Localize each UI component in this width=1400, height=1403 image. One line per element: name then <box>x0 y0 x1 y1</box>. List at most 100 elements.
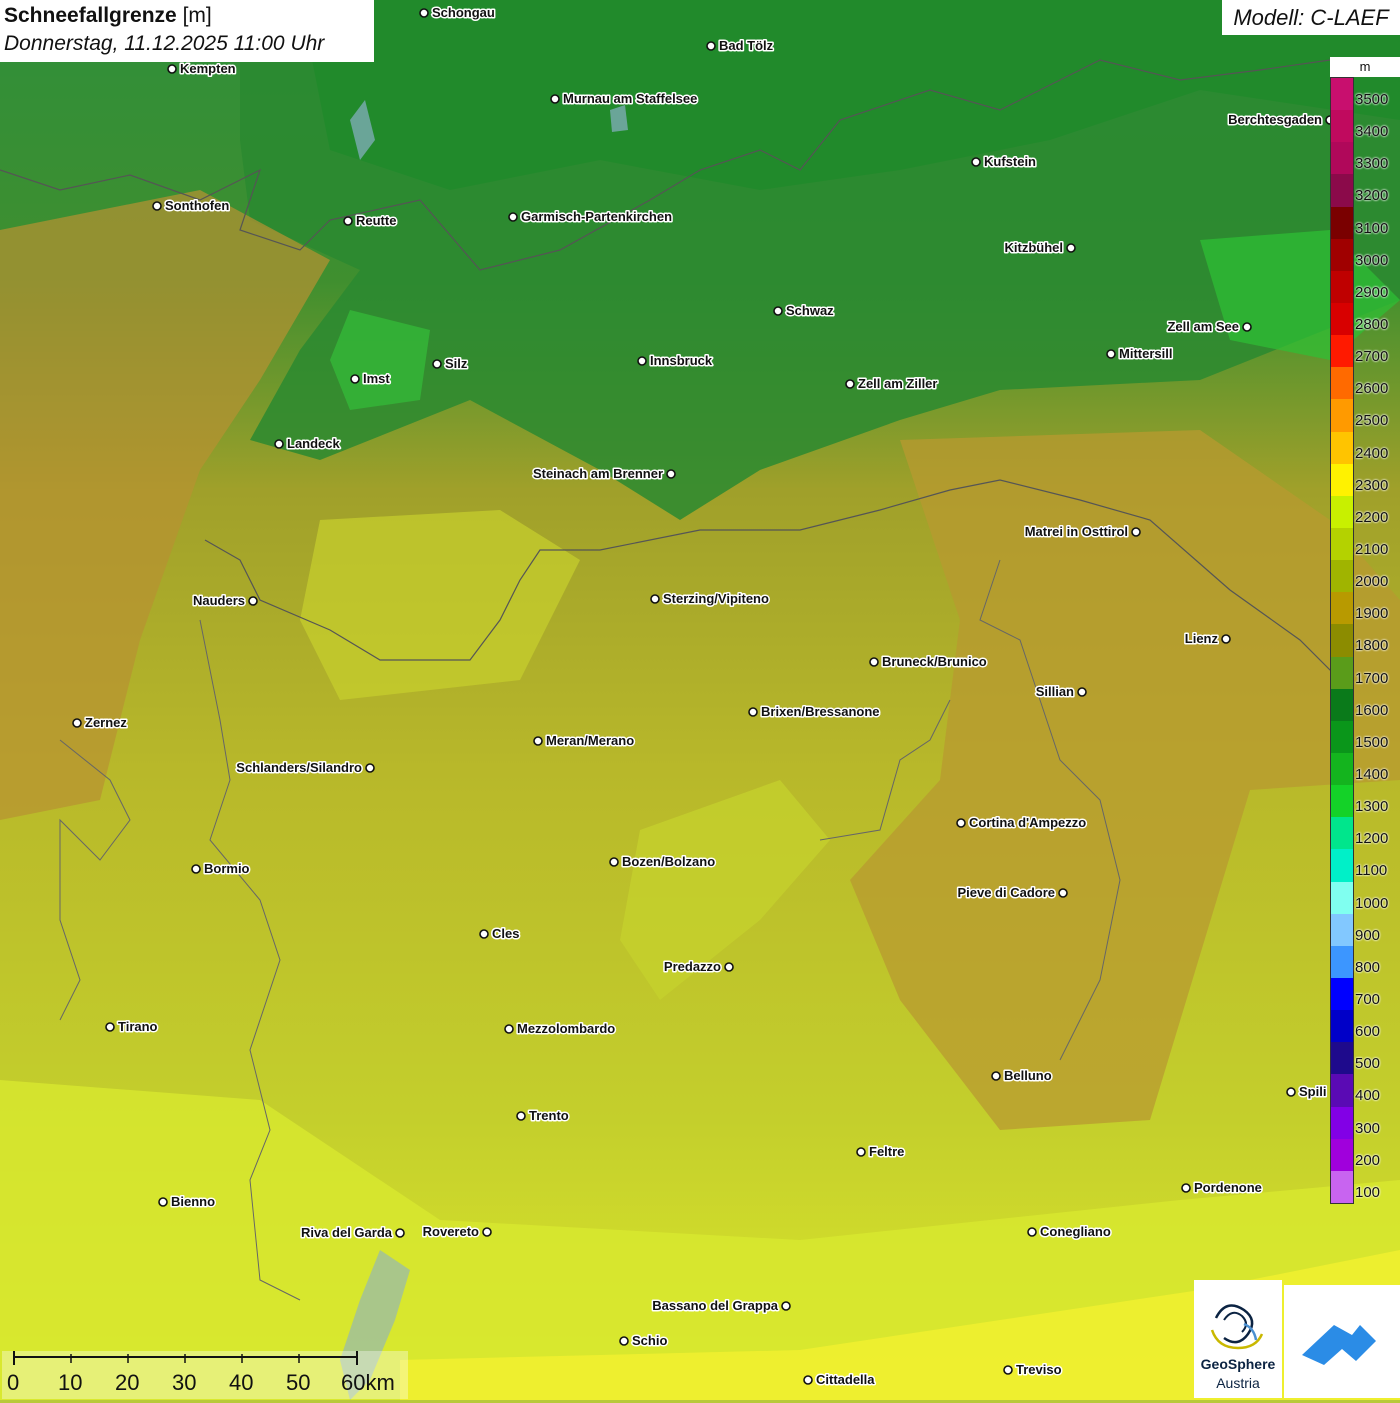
legend-label: 3300 <box>1355 155 1389 173</box>
legend-label: 3400 <box>1355 123 1389 141</box>
city-marker[interactable]: Matrei in Osttirol <box>1023 523 1141 541</box>
city-label: Zell am See <box>1167 319 1239 334</box>
legend-swatch <box>1331 206 1353 240</box>
city-marker[interactable]: Conegliano <box>1027 1223 1112 1241</box>
city-dot <box>152 201 162 211</box>
city-label: Spili <box>1299 1084 1326 1099</box>
legend-label: 2300 <box>1355 476 1389 494</box>
city-dot <box>706 41 716 51</box>
city-dot <box>1242 322 1252 332</box>
legend-label: 100 <box>1355 1183 1381 1201</box>
city-dot <box>773 306 783 316</box>
city-label: Steinach am Brenner <box>533 466 663 481</box>
city-label: Feltre <box>869 1144 904 1159</box>
city-dot <box>956 818 966 828</box>
city-marker[interactable]: Cortina d'Ampezzo <box>956 814 1088 832</box>
city-label: Trento <box>529 1108 569 1123</box>
city-label: Mezzolombardo <box>517 1021 615 1036</box>
snowfall-limit-map[interactable]: Schongau Bad Tölz Kempten Murnau am Staffel… <box>0 0 1400 1400</box>
city-marker[interactable]: Murnau am Staffelsee <box>550 90 699 108</box>
city-label: Bruneck/Brunico <box>882 654 987 669</box>
legend-swatch <box>1331 463 1353 497</box>
city-marker[interactable]: Mezzolombardo <box>504 1020 617 1038</box>
city-dot <box>72 718 82 728</box>
city-label: Sterzing/Vipiteno <box>663 591 769 606</box>
city-marker[interactable]: Schlanders/Silandro <box>235 759 375 777</box>
scale-tick-label: 60km <box>341 1370 395 1395</box>
parameter-name: Schneefallgrenze <box>4 4 177 27</box>
city-label: Conegliano <box>1040 1224 1111 1239</box>
city-marker[interactable]: Meran/Merano <box>533 732 636 750</box>
city-marker[interactable]: Garmisch-Partenkirchen <box>508 208 674 226</box>
legend-swatch <box>1331 720 1353 754</box>
geosphere-logo[interactable]: GeoSphere Austria <box>1194 1280 1282 1398</box>
city-marker[interactable]: Zell am See <box>1166 318 1252 336</box>
city-marker[interactable]: Bozen/Bolzano <box>609 853 717 871</box>
city-dot <box>1131 527 1141 537</box>
legend-swatch <box>1331 849 1353 883</box>
city-label: Imst <box>363 371 390 386</box>
legend-label: 1000 <box>1355 894 1389 912</box>
model-label: Modell: C-LAEF <box>1222 0 1400 35</box>
legend-swatch <box>1331 528 1353 561</box>
city-dot <box>1286 1087 1296 1097</box>
legend-label: 1400 <box>1355 766 1389 783</box>
city-label: Cittadella <box>816 1372 875 1387</box>
city-marker[interactable]: Zell am Ziller <box>845 375 939 393</box>
city-dot <box>666 469 676 479</box>
city-label: Bassano del Grappa <box>652 1298 778 1313</box>
city-marker[interactable]: Schongau <box>419 4 496 22</box>
city-marker[interactable]: Innsbruck <box>637 352 714 370</box>
city-marker[interactable]: Sonthofen <box>152 197 231 215</box>
city-label: Nauders <box>193 593 245 608</box>
city-label: Bad Tölz <box>719 38 774 53</box>
city-label: Tirano <box>118 1019 158 1034</box>
city-label: Silz <box>445 356 468 371</box>
legend-swatch <box>1331 688 1353 722</box>
city-label: Rovereto <box>423 1224 479 1239</box>
legend-swatch <box>1331 560 1353 593</box>
legend-swatch <box>1331 881 1353 915</box>
scale-tick-label: 10 <box>58 1370 83 1395</box>
map-title-box: Schneefallgrenze [m] Donnerstag, 11.12.2… <box>0 0 374 62</box>
city-marker[interactable]: Brixen/Bressanone <box>748 703 881 721</box>
city-label: Garmisch-Partenkirchen <box>521 209 672 224</box>
legend-label: 1600 <box>1355 701 1389 719</box>
city-marker[interactable]: Riva del Garda <box>299 1224 405 1242</box>
legend-label: 1200 <box>1355 830 1389 848</box>
legend-label: 3200 <box>1355 187 1389 205</box>
city-label: Bienno <box>171 1194 215 1209</box>
partner-logo[interactable] <box>1284 1285 1400 1398</box>
legend-swatch <box>1331 978 1353 1011</box>
city-dot <box>1003 1365 1013 1375</box>
city-label: Treviso <box>1016 1362 1062 1377</box>
city-marker[interactable]: Pieve di Cadore <box>956 884 1068 902</box>
city-dot <box>803 1375 813 1385</box>
legend-swatch <box>1331 624 1353 658</box>
city-marker[interactable]: Pordenone <box>1181 1179 1263 1197</box>
city-marker[interactable]: Bassano del Grappa <box>651 1297 791 1315</box>
city-dot <box>1058 888 1068 898</box>
city-dot <box>508 212 518 222</box>
city-label: Brixen/Bressanone <box>761 704 880 719</box>
legend-label: 1100 <box>1355 862 1388 880</box>
city-marker[interactable]: Sterzing/Vipiteno <box>650 590 770 608</box>
city-label: Landeck <box>287 436 341 451</box>
legend-label: 300 <box>1355 1119 1381 1137</box>
city-marker[interactable]: Bruneck/Brunico <box>869 653 988 671</box>
city-label: Schlanders/Silandro <box>236 760 362 775</box>
legend-label: 2800 <box>1355 316 1389 333</box>
city-label: Innsbruck <box>650 353 713 368</box>
city-label: Lienz <box>1185 631 1219 646</box>
city-label: Sillian <box>1036 684 1074 699</box>
legend-swatch <box>1331 78 1353 111</box>
city-label: Berchtesgaden <box>1228 112 1322 127</box>
legend-label: 2000 <box>1355 573 1389 591</box>
scale-tick-label: 0 <box>7 1370 20 1395</box>
legend-swatch <box>1331 367 1353 400</box>
scale-tick-label: 30 <box>172 1370 197 1395</box>
parameter-unit: [m] <box>182 4 212 27</box>
city-marker[interactable]: Berchtesgaden <box>1227 111 1335 129</box>
color-legend-bar <box>1330 77 1354 1204</box>
city-marker[interactable]: Steinach am Brenner <box>531 465 676 483</box>
